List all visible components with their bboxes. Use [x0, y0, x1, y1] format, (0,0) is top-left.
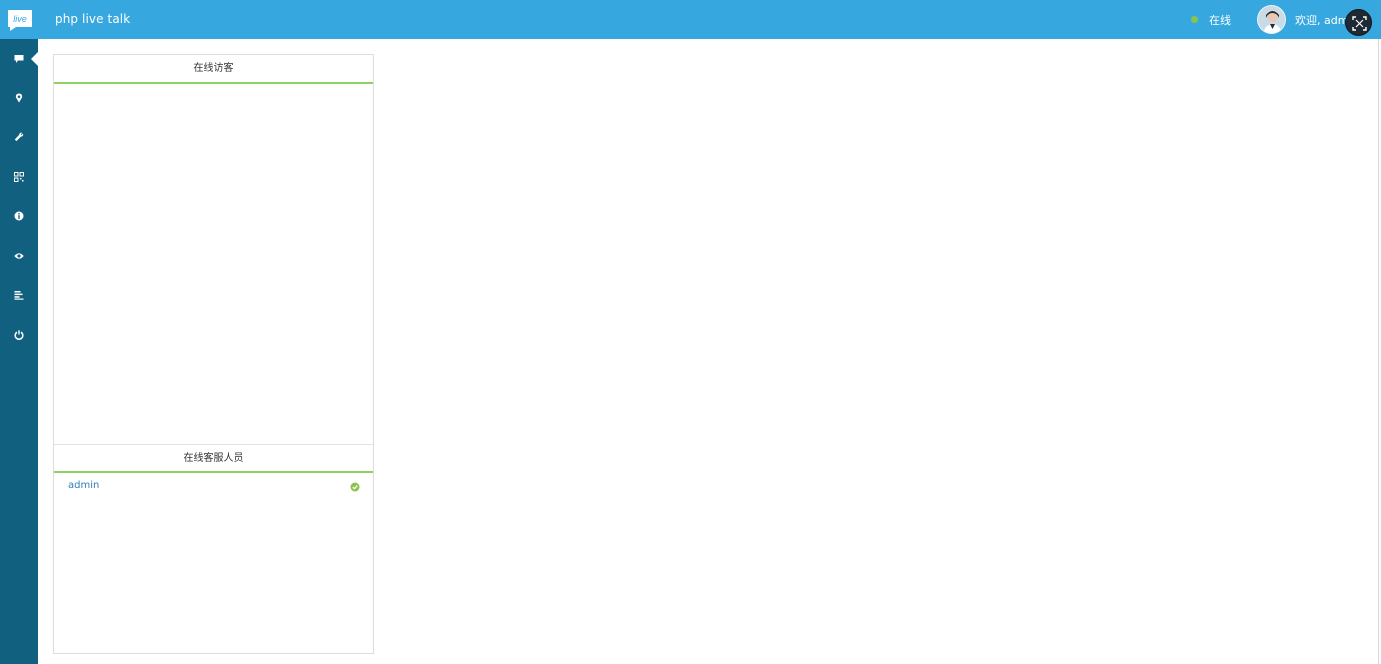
power-icon: [14, 330, 24, 340]
active-indicator: [31, 52, 38, 66]
sidebar-item-qrcode[interactable]: [0, 157, 38, 197]
avatar[interactable]: [1257, 5, 1286, 34]
sidebar-item-chat[interactable]: [0, 39, 38, 79]
sidebar-item-settings[interactable]: [0, 117, 38, 157]
sidebar-item-info[interactable]: [0, 196, 38, 236]
sidebar-item-monitor[interactable]: [0, 236, 38, 276]
top-header: live php live talk 在线 欢迎, admin: [0, 0, 1381, 39]
online-agents-header: 在线客服人员: [54, 444, 373, 473]
sidebar-item-logout[interactable]: [0, 315, 38, 355]
online-panel: 在线访客 在线客服人员 admin: [53, 54, 374, 654]
list-icon: [14, 291, 24, 300]
screen-capture-button[interactable]: [1345, 9, 1372, 36]
chat-icon: [14, 55, 24, 63]
sidebar-item-records[interactable]: [0, 275, 38, 315]
brand-title[interactable]: php live talk: [55, 12, 130, 26]
agent-list-item[interactable]: admin: [54, 476, 373, 498]
info-icon: [14, 211, 24, 221]
eye-icon: [14, 253, 24, 259]
online-status-icon: [1191, 16, 1198, 23]
online-status-label[interactable]: 在线: [1209, 12, 1231, 28]
svg-text:live: live: [13, 14, 27, 24]
sidebar-nav: [0, 39, 38, 664]
check-circle-icon: [350, 482, 360, 492]
qrcode-icon: [14, 172, 24, 182]
online-visitors-list: [54, 84, 373, 444]
content-border: [1378, 39, 1379, 664]
live-logo[interactable]: live: [6, 8, 34, 32]
agent-name[interactable]: admin: [68, 480, 99, 491]
screen-capture-icon: [1352, 16, 1367, 31]
sidebar-item-location[interactable]: [0, 78, 38, 118]
wrench-icon: [14, 132, 24, 142]
online-visitors-header: 在线访客: [54, 55, 373, 84]
map-marker-icon: [15, 93, 23, 103]
